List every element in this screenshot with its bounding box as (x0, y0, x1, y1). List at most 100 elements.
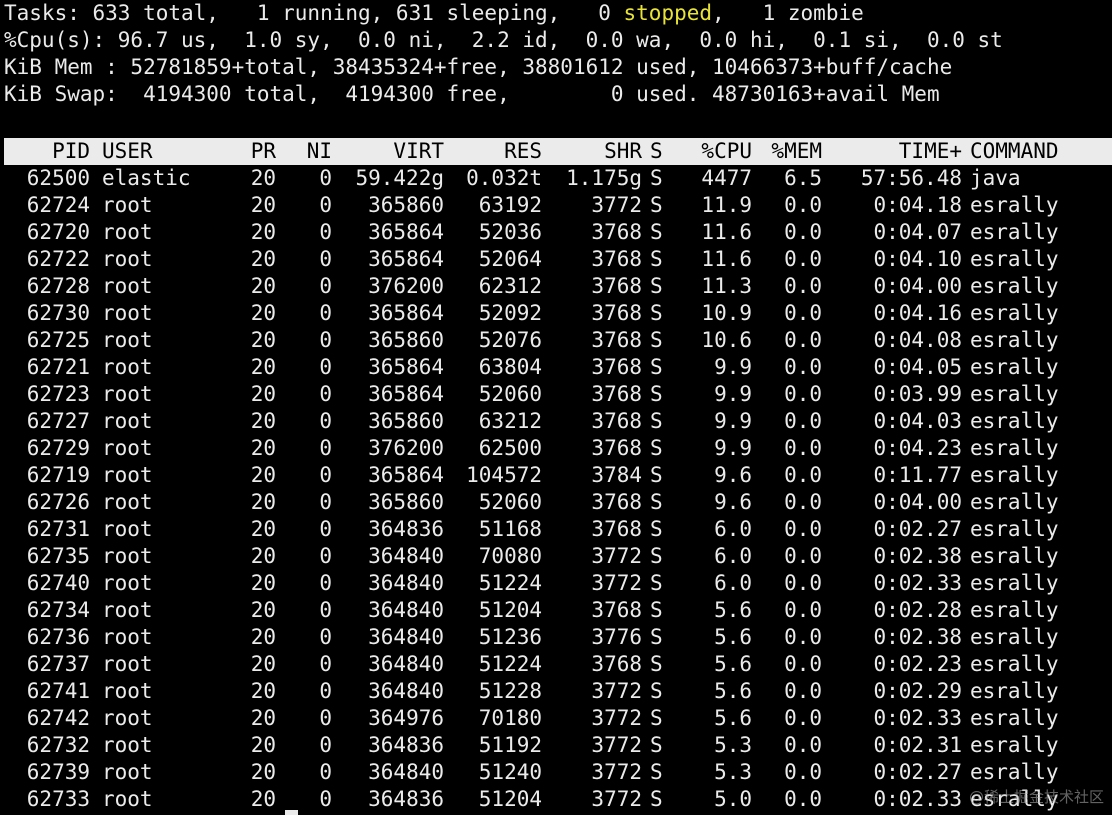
process-row: 62724 root 20 0 365860 63192 3772 S 11.9 0.0 0:04.… (4, 192, 1112, 219)
cell-pr: 20 (250, 625, 276, 649)
cell-mem: 0.0 (784, 382, 822, 406)
cell-shr: 3772 (591, 760, 642, 784)
cell-virt: 364840 (368, 544, 444, 568)
cell-virt: 376200 (368, 436, 444, 460)
cell-time: 0:02.33 (873, 706, 962, 730)
cell-shr: 3768 (591, 436, 642, 460)
process-row: 62726 root 20 0 365860 52060 3768 S 9.6 0.0 0:04.0… (4, 489, 1112, 516)
cell-pr: 20 (250, 706, 276, 730)
cell-pid: 62741 (26, 679, 90, 703)
cell-state: S (650, 706, 663, 730)
cell-cpu: 9.6 (714, 490, 752, 514)
cell-pr: 20 (250, 409, 276, 433)
cell-cpu: 9.9 (714, 355, 752, 379)
process-row: 62740 root 20 0 364840 51224 3772 S 6.0 0.0 0:02.3… (4, 570, 1112, 597)
cell-pid: 62729 (26, 436, 90, 460)
cell-virt: 365864 (368, 301, 444, 325)
cell-ni: 0 (319, 733, 332, 757)
cell-user: root (102, 706, 153, 730)
cell-virt: 365860 (368, 409, 444, 433)
cell-pid: 62734 (26, 598, 90, 622)
cell-ni: 0 (319, 625, 332, 649)
cell-ni: 0 (319, 571, 332, 595)
cell-time: 0:04.00 (873, 490, 962, 514)
cell-shr: 3772 (591, 544, 642, 568)
cell-command: esrally (970, 679, 1059, 703)
cell-user: root (102, 193, 153, 217)
cell-res: 0.032t (466, 166, 542, 190)
cell-time: 0:02.27 (873, 760, 962, 784)
cell-res: 52060 (478, 490, 542, 514)
cell-pid: 62725 (26, 328, 90, 352)
cell-res: 62312 (478, 274, 542, 298)
cell-state: S (650, 193, 663, 217)
cell-cpu: 11.6 (701, 220, 752, 244)
cell-user: root (102, 247, 153, 271)
cell-virt: 365860 (368, 193, 444, 217)
cell-res: 52036 (478, 220, 542, 244)
cell-user: root (102, 625, 153, 649)
cell-ni: 0 (319, 652, 332, 676)
cell-res: 51228 (478, 679, 542, 703)
cell-user: root (102, 490, 153, 514)
cell-mem: 0.0 (784, 517, 822, 541)
cell-cpu: 11.3 (701, 274, 752, 298)
cell-shr: 3776 (591, 625, 642, 649)
cell-res: 51240 (478, 760, 542, 784)
cell-time: 0:02.33 (873, 571, 962, 595)
cell-cpu: 5.6 (714, 679, 752, 703)
cell-command: esrally (970, 409, 1059, 433)
cell-pr: 20 (250, 463, 276, 487)
cell-shr: 3768 (591, 409, 642, 433)
process-table-header: PID USER PR NI VIRT RES SHR S %CPU %MEM … (4, 138, 1112, 165)
cell-virt: 364976 (368, 706, 444, 730)
cell-time: 0:02.28 (873, 598, 962, 622)
watermark: @稀土掘金技术社区 (968, 788, 1104, 806)
cell-time: 0:02.31 (873, 733, 962, 757)
cell-res: 104572 (466, 463, 542, 487)
cell-command: java (970, 166, 1021, 190)
cell-pr: 20 (250, 220, 276, 244)
cell-pid: 62720 (26, 220, 90, 244)
tasks-zombie-text: , 1 zombie (712, 1, 864, 25)
cell-time: 0:02.38 (873, 544, 962, 568)
cell-cpu: 5.3 (714, 760, 752, 784)
column-cpu: %CPU (701, 139, 752, 163)
cell-cpu: 5.6 (714, 625, 752, 649)
cell-pr: 20 (250, 490, 276, 514)
cell-ni: 0 (319, 382, 332, 406)
cell-user: root (102, 328, 153, 352)
cell-mem: 0.0 (784, 301, 822, 325)
cell-res: 51192 (478, 733, 542, 757)
process-row: 62737 root 20 0 364840 51224 3768 S 5.6 0.0 0:02.2… (4, 651, 1112, 678)
cell-cpu: 10.9 (701, 301, 752, 325)
cell-mem: 0.0 (784, 490, 822, 514)
cell-command: esrally (970, 247, 1059, 271)
cell-pid: 62732 (26, 733, 90, 757)
cell-shr: 3768 (591, 652, 642, 676)
cell-virt: 59.422g (355, 166, 444, 190)
cell-pr: 20 (250, 787, 276, 811)
cell-command: esrally (970, 517, 1059, 541)
cell-command: esrally (970, 652, 1059, 676)
cell-cpu: 5.3 (714, 733, 752, 757)
cell-shr: 3768 (591, 517, 642, 541)
process-row: 62721 root 20 0 365864 63804 3768 S 9.9 0.0 0:04.0… (4, 354, 1112, 381)
cell-time: 0:04.08 (873, 328, 962, 352)
cell-pid: 62726 (26, 490, 90, 514)
cell-ni: 0 (319, 301, 332, 325)
cell-user: root (102, 517, 153, 541)
cell-time: 57:56.48 (860, 166, 962, 190)
cell-shr: 3772 (591, 571, 642, 595)
cell-command: esrally (970, 382, 1059, 406)
cell-shr: 1.175g (566, 166, 642, 190)
cell-state: S (650, 598, 663, 622)
cell-cpu: 9.9 (714, 409, 752, 433)
cell-cpu: 9.9 (714, 382, 752, 406)
cell-command: esrally (970, 436, 1059, 460)
cell-user: root (102, 598, 153, 622)
cell-shr: 3772 (591, 787, 642, 811)
cell-shr: 3768 (591, 328, 642, 352)
cell-command: esrally (970, 193, 1059, 217)
cell-pid: 62742 (26, 706, 90, 730)
